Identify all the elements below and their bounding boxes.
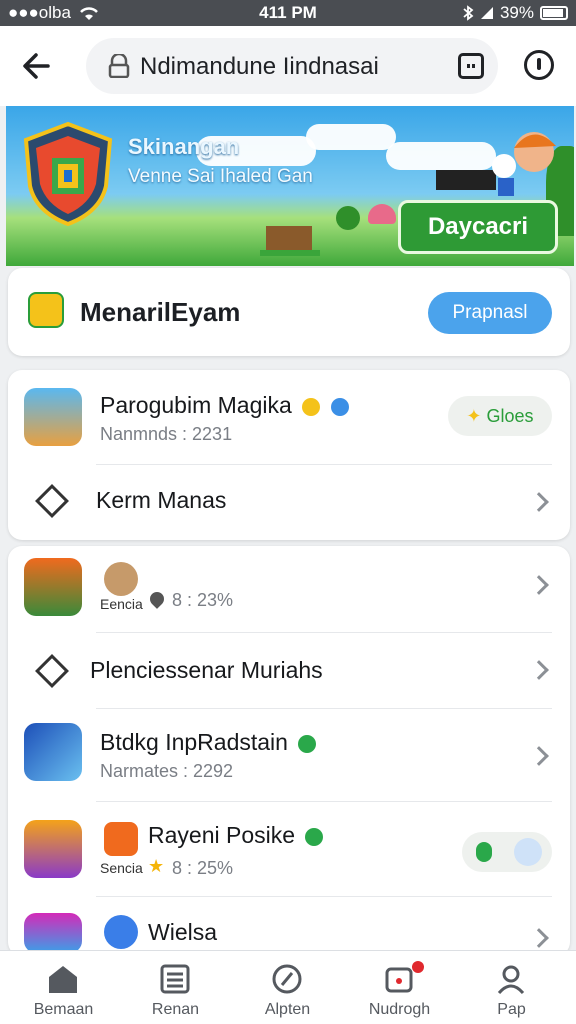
chat-bubble-icon [514,838,542,866]
list-item-subtitle: Nanmnds : 2231 [100,424,233,444]
list-item-title: Parogubim Magika [100,392,292,418]
home-icon [49,966,77,993]
url-text: Ndimandune Iindnasai [140,53,379,80]
star-icon: ★ [148,856,165,876]
play-button[interactable]: Daycacri [398,200,558,254]
game-avatar-icon [24,913,82,953]
list-item-title: Wielsa [148,919,218,945]
list-item[interactable]: Kerm Manas [8,465,570,540]
heart-blue-icon [330,397,349,416]
app-header-card: MenarilEyam Prapnasl [8,268,570,356]
chevron-right-icon [529,746,549,766]
bottom-navigation: Bemaan Renan Alpten Nudrogh Pap [0,950,576,1024]
bluetooth-icon [463,5,474,21]
list-item-label: Eencia [100,596,143,612]
nav-label: Bemaan [33,1001,94,1018]
diamond-icon [35,484,69,518]
nav-label: Renan [151,1001,200,1018]
game-list-2: Eencia 8 : 23% Plenciessenar Muriahs Btd… [8,546,570,956]
primary-action-button[interactable]: Prapnasl [428,292,552,334]
list-item[interactable]: Parogubim Magika Nanmnds : 2231 ✦ Gloes [8,370,570,464]
green-leaf-icon [476,842,492,862]
compass-icon [272,964,302,994]
game-avatar-icon [24,820,82,878]
list-item-meta: 8 : 23% [172,590,234,610]
nav-label: Pap [497,1001,526,1018]
shield-badge-icon [104,822,138,856]
list-item[interactable]: Eencia 8 : 23% [8,546,570,632]
list-item-label: Sencia [100,860,143,876]
app-name: MenarilEyam [80,297,241,327]
nav-item-home[interactable]: Bemaan [6,951,121,1024]
location-pin-icon [147,589,167,609]
colorful-avatar-icon [104,915,138,949]
nav-item-renan[interactable]: Renan [118,951,233,1024]
app-icon [28,292,64,328]
game-logo-icon [23,122,113,226]
banner-title: Skinangan [128,134,240,159]
info-icon[interactable] [524,50,554,80]
lock-icon [108,54,130,78]
list-item[interactable]: Plenciessenar Muriahs [8,633,570,708]
list-item[interactable]: Wielsa [8,897,570,956]
list-item[interactable]: Rayeni Posike Sencia ★ 8 : 25% [8,802,570,896]
helmet-avatar-icon [104,562,138,596]
game-avatar-icon [24,558,82,616]
gloes-button[interactable]: ✦ Gloes [448,396,552,436]
nav-label: Alpten [264,1001,311,1018]
chevron-right-icon [529,928,549,948]
battery-percent: 39% [499,3,534,22]
list-item-title: Rayeni Posike [148,822,296,848]
back-arrow-icon[interactable] [18,46,58,86]
list-item[interactable]: Btdkg InpRadstain Narmates : 2292 [8,709,570,801]
diamond-icon [35,654,69,688]
game-banner[interactable]: Skinangan Venne Sai Ihaled Gan Daycacri [6,106,574,266]
tabs-icon[interactable] [458,53,484,79]
game-avatar-icon [24,388,82,446]
green-badge-icon [305,827,324,846]
game-list-1: Parogubim Magika Nanmnds : 2231 ✦ Gloes … [8,370,570,540]
chevron-right-icon [529,575,549,595]
nav-label: Nudrogh [368,1001,431,1018]
green-badge-icon [298,734,317,753]
signal-icon [480,7,493,19]
notification-badge [412,961,424,973]
heart-yellow-icon [302,397,321,416]
mascot-character-icon [492,132,556,196]
chevron-right-icon [529,660,549,680]
nav-item-nudrogh[interactable]: Nudrogh [342,951,457,1024]
list-icon [160,964,190,994]
address-bar[interactable]: Ndimandune Iindnasai [86,38,498,94]
toggle-control[interactable] [462,832,552,872]
list-item-title: Kerm Manas [96,487,227,513]
notification-icon [385,967,413,993]
browser-toolbar: Ndimandune Iindnasai [0,26,576,106]
nav-item-pap[interactable]: Pap [454,951,569,1024]
list-item-subtitle: Narmates : 2292 [100,761,234,781]
status-bar: ●●●olba 411 PM 39% [0,0,576,26]
profile-icon [497,965,525,995]
game-avatar-icon [24,723,82,781]
battery-icon [540,6,568,20]
gloes-label: Gloes [486,406,534,426]
nav-item-alpten[interactable]: Alpten [230,951,345,1024]
list-item-title: Plenciessenar Muriahs [90,657,323,683]
list-item-meta: 8 : 25% [172,858,234,878]
chevron-right-icon [529,492,549,512]
sparkle-icon: ✦ [466,406,482,426]
banner-subtitle: Venne Sai Ihaled Gan [128,166,313,187]
list-item-title: Btdkg InpRadstain [100,729,288,755]
